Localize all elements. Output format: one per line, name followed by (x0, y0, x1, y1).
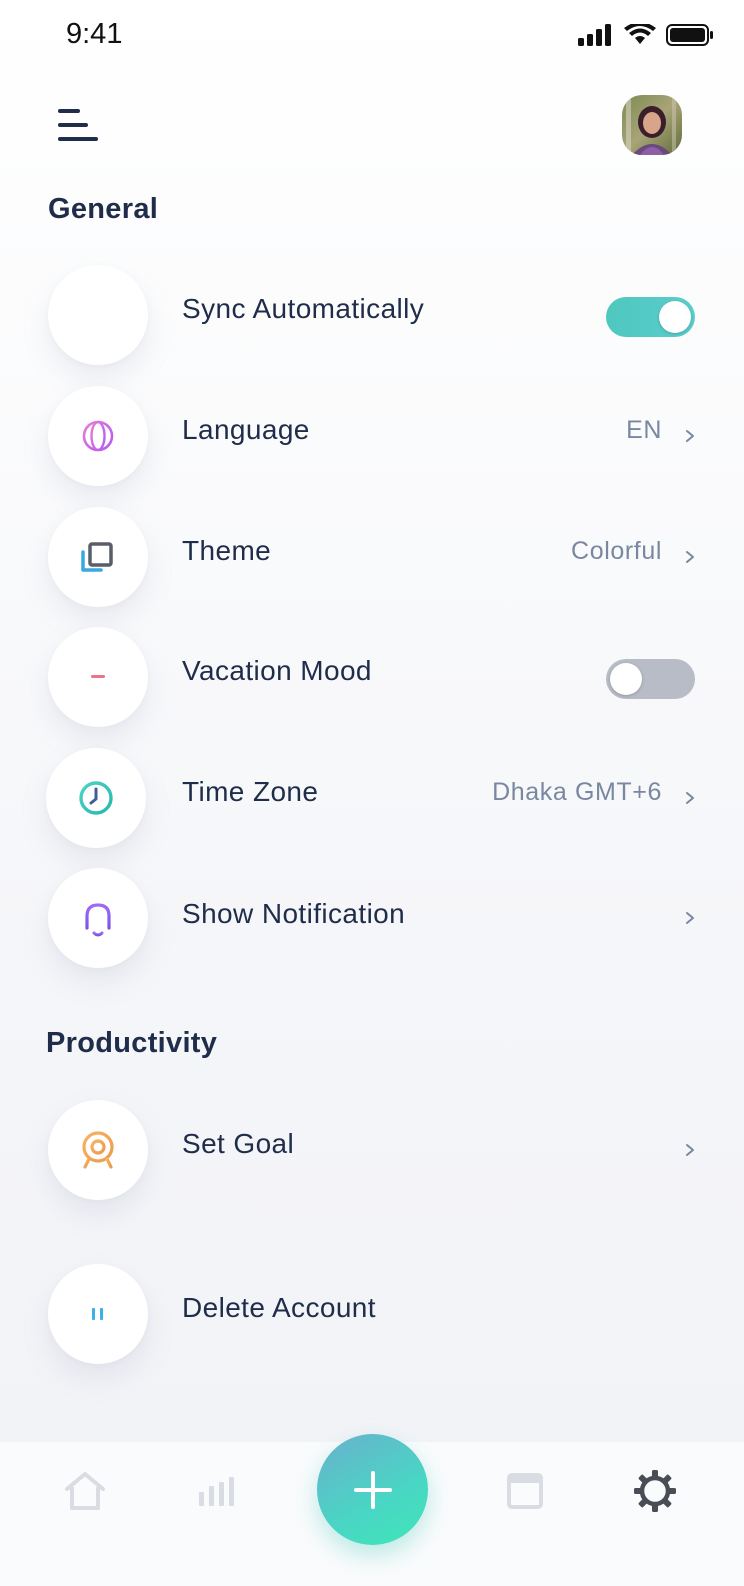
clock-icon (79, 781, 113, 815)
nav-stats[interactable] (192, 1466, 242, 1516)
sync-toggle[interactable] (606, 297, 695, 337)
toggle-knob (610, 663, 642, 695)
language-value: EN (626, 416, 662, 444)
chevron-right-icon (686, 430, 694, 442)
theme-icon (81, 542, 113, 572)
chevron-right-icon (686, 551, 694, 563)
setting-delete-account[interactable]: Delete Account (0, 1264, 744, 1364)
target-icon (82, 1131, 114, 1169)
nav-settings[interactable] (630, 1466, 680, 1516)
sync-icon-circle (48, 265, 148, 365)
timezone-value: Dhaka GMT+6 (492, 778, 662, 806)
setting-label: Time Zone (182, 776, 319, 807)
setting-label: Vacation Mood (182, 655, 372, 686)
setting-label: Set Goal (182, 1128, 295, 1159)
language-icon-circle (48, 386, 148, 486)
setting-label: Show Notification (182, 898, 406, 929)
setting-show-notification[interactable]: Show Notification (0, 868, 744, 968)
section-title-productivity: Productivity (46, 1027, 218, 1059)
section-title-general: General (48, 193, 159, 225)
chevron-right-icon (686, 792, 694, 804)
setting-label: Sync Automatically (182, 293, 425, 324)
menu-icon-line (58, 137, 98, 141)
header (0, 95, 744, 155)
setting-sync-automatically[interactable]: Sync Automatically (0, 265, 744, 365)
timezone-icon-circle (46, 748, 146, 848)
setting-language[interactable]: Language EN (0, 386, 744, 486)
notification-icon-circle (48, 868, 148, 968)
bell-icon (81, 903, 115, 937)
pause-icon (92, 1308, 103, 1320)
delete-icon-circle (48, 1264, 148, 1364)
avatar[interactable] (622, 95, 682, 155)
vacation-toggle[interactable] (606, 659, 695, 699)
nav-home[interactable] (60, 1466, 110, 1516)
menu-icon (58, 109, 80, 113)
setting-label: Theme (182, 535, 272, 566)
vacation-icon (91, 675, 105, 678)
menu-button[interactable] (58, 107, 102, 143)
setting-label: Language (182, 414, 310, 445)
add-button[interactable] (317, 1434, 428, 1545)
plus-icon (353, 1470, 392, 1509)
status-time: 9:41 (66, 18, 123, 50)
battery-icon (666, 24, 713, 46)
menu-icon-line (58, 123, 88, 127)
avatar-image (622, 95, 682, 155)
status-icons (578, 24, 714, 46)
vacation-icon-circle (48, 627, 148, 727)
chevron-right-icon (686, 912, 694, 924)
wifi-icon (624, 24, 656, 44)
theme-icon-circle (48, 507, 148, 607)
nav-calendar[interactable] (500, 1466, 550, 1516)
calendar-icon (507, 1473, 543, 1509)
setting-label: Delete Account (182, 1292, 376, 1323)
settings-gear-icon (634, 1470, 676, 1512)
stats-icon (199, 1477, 234, 1506)
signal-icon (578, 24, 611, 46)
setting-theme[interactable]: Theme Colorful (0, 507, 744, 607)
setting-set-goal[interactable]: Set Goal (0, 1100, 744, 1200)
setting-time-zone[interactable]: Time Zone Dhaka GMT+6 (0, 748, 744, 848)
status-bar: 9:41 (0, 0, 744, 70)
setting-vacation-mood[interactable]: Vacation Mood (0, 627, 744, 727)
toggle-knob (659, 301, 691, 333)
globe-icon (82, 420, 114, 452)
home-icon (65, 1472, 105, 1510)
chevron-right-icon (686, 1144, 694, 1156)
theme-value: Colorful (571, 537, 662, 565)
goal-icon-circle (48, 1100, 148, 1200)
